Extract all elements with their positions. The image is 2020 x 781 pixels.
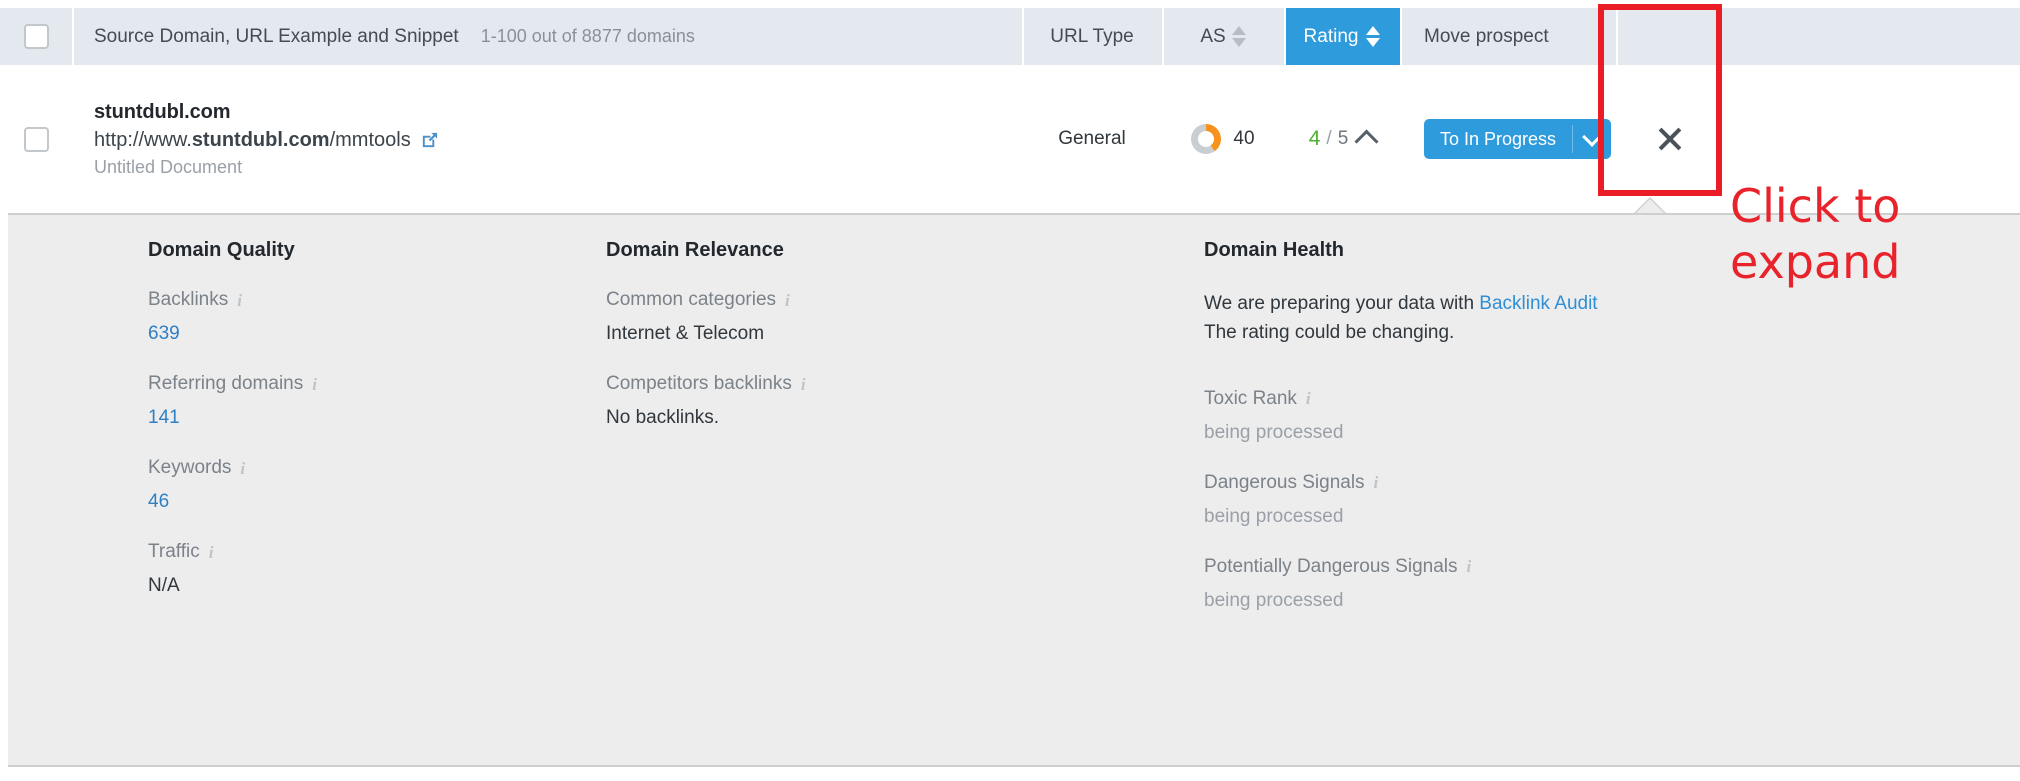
row-checkbox[interactable] [24, 127, 49, 152]
chevron-down-icon [1582, 127, 1602, 147]
rating-sort-descending-icon [1366, 38, 1380, 47]
metric-backlinks-value[interactable]: 639 [148, 323, 606, 345]
info-icon[interactable]: i [312, 376, 317, 393]
sort-arrows-icon[interactable] [1232, 26, 1246, 47]
header-url-type-cell[interactable]: URL Type [1022, 8, 1162, 65]
metric-keywords-label: Keywords [148, 457, 231, 479]
row-select-cell[interactable] [0, 65, 72, 213]
header-source-domain-cell[interactable]: Source Domain, URL Example and Snippet 1… [72, 8, 1022, 65]
metric-toxic-rank-value: being processed [1204, 422, 2004, 444]
to-in-progress-button[interactable]: To In Progress [1424, 119, 1572, 159]
header-domain-count: 1-100 out of 8877 domains [481, 26, 695, 47]
row-url-domain: stuntdubl.com [192, 129, 330, 151]
row-rating-max: 5 [1338, 128, 1349, 150]
row-url[interactable]: http://www.stuntdubl.com/mmtools [94, 129, 439, 152]
metric-backlinks: Backlinks i 639 [148, 289, 606, 345]
click-to-expand-annotation: Click to expand [1730, 178, 2010, 290]
to-in-progress-split-button[interactable]: To In Progress [1424, 119, 1611, 159]
annotation-line-2: expand [1730, 234, 2010, 290]
header-source-domain-label: Source Domain, URL Example and Snippet [94, 26, 459, 48]
row-as-score: 40 [1233, 128, 1254, 150]
metric-common-categories-label: Common categories [606, 289, 776, 311]
metric-potentially-dangerous-signals-label: Potentially Dangerous Signals [1204, 556, 1458, 578]
row-url-type-cell: General [1022, 65, 1162, 213]
row-domain: stuntdubl.com [94, 101, 439, 124]
metric-competitors-backlinks: Competitors backlinks i No backlinks. [606, 373, 1204, 429]
external-link-icon[interactable] [420, 131, 439, 150]
row-as-cell: 40 [1162, 65, 1284, 213]
info-icon[interactable]: i [785, 292, 790, 309]
metric-potentially-dangerous-signals-value: being processed [1204, 590, 2004, 612]
info-icon[interactable]: i [801, 376, 806, 393]
domain-health-column: Domain Health We are preparing your data… [1204, 239, 2004, 640]
metric-backlinks-label: Backlinks [148, 289, 228, 311]
metric-potentially-dangerous-signals: Potentially Dangerous Signals i being pr… [1204, 556, 2004, 612]
header-as-cell[interactable]: AS [1162, 8, 1284, 65]
annotation-line-1: Click to [1730, 178, 2010, 234]
metric-dangerous-signals-label: Dangerous Signals [1204, 472, 1365, 494]
select-all-checkbox[interactable] [24, 24, 49, 49]
sort-ascending-icon [1232, 26, 1246, 35]
row-rating-value: 4 [1309, 127, 1321, 151]
header-move-prospect-label: Move prospect [1424, 26, 1549, 48]
metric-common-categories-value: Internet & Telecom [606, 323, 1204, 345]
metric-toxic-rank-label: Toxic Rank [1204, 388, 1297, 410]
row-url-prefix: http://www. [94, 129, 192, 151]
health-note-line1-prefix: We are preparing your data with [1204, 293, 1479, 314]
metric-dangerous-signals: Dangerous Signals i being processed [1204, 472, 2004, 528]
metric-toxic-rank: Toxic Rank i being processed [1204, 388, 2004, 444]
metric-referring-domains: Referring domains i 141 [148, 373, 606, 429]
header-rating-cell[interactable]: Rating [1284, 8, 1400, 65]
metric-keywords: Keywords i 46 [148, 457, 606, 513]
info-icon[interactable]: i [1467, 558, 1472, 575]
close-icon[interactable] [1656, 125, 1684, 153]
metric-traffic-label: Traffic [148, 541, 200, 563]
backlink-audit-link[interactable]: Backlink Audit [1479, 293, 1597, 314]
header-move-prospect-cell: Move prospect [1400, 8, 1616, 65]
table-row[interactable]: stuntdubl.com http://www.stuntdubl.com/m… [0, 65, 2020, 213]
table-header-row: Source Domain, URL Example and Snippet 1… [0, 8, 2020, 65]
metric-competitors-backlinks-value: No backlinks. [606, 407, 1204, 429]
rating-sort-ascending-icon [1366, 26, 1380, 35]
to-in-progress-dropdown-button[interactable] [1573, 119, 1611, 159]
row-snippet: Untitled Document [94, 157, 439, 178]
metric-referring-domains-value[interactable]: 141 [148, 407, 606, 429]
expanded-detail-panel: Domain Quality Backlinks i 639 Referring… [8, 213, 2020, 767]
header-actions-cell [1616, 8, 2020, 65]
info-icon[interactable]: i [240, 460, 245, 477]
sort-descending-icon [1232, 38, 1246, 47]
domain-relevance-title: Domain Relevance [606, 239, 1204, 262]
metric-keywords-value[interactable]: 46 [148, 491, 606, 513]
domain-quality-title: Domain Quality [148, 239, 606, 262]
metric-traffic: Traffic i N/A [148, 541, 606, 597]
info-icon[interactable]: i [1306, 390, 1311, 407]
row-move-prospect-cell: To In Progress [1400, 65, 1616, 213]
authority-score-donut-icon [1191, 124, 1221, 154]
domain-health-note: We are preparing your data with Backlink… [1204, 289, 2004, 348]
row-url-path: /mmtools [330, 129, 411, 151]
metric-referring-domains-label: Referring domains [148, 373, 303, 395]
metric-competitors-backlinks-label: Competitors backlinks [606, 373, 792, 395]
info-icon[interactable]: i [237, 292, 242, 309]
header-as-label: AS [1200, 26, 1225, 48]
panel-pointer-icon [1636, 199, 1664, 213]
row-url-type: General [1058, 128, 1126, 150]
info-icon[interactable]: i [1374, 474, 1379, 491]
row-rating-separator: / [1326, 128, 1331, 150]
row-source-cell: stuntdubl.com http://www.stuntdubl.com/m… [72, 65, 1022, 213]
header-url-type-label: URL Type [1050, 26, 1133, 48]
rating-sort-arrows-icon[interactable] [1366, 26, 1380, 47]
row-rating-cell[interactable]: 4 / 5 [1284, 65, 1400, 213]
chevron-up-icon[interactable] [1355, 129, 1379, 153]
domain-relevance-column: Domain Relevance Common categories i Int… [606, 239, 1204, 640]
metric-traffic-value: N/A [148, 575, 606, 597]
prospecting-table-screen: Source Domain, URL Example and Snippet 1… [0, 0, 2020, 781]
metric-common-categories: Common categories i Internet & Telecom [606, 289, 1204, 345]
domain-quality-column: Domain Quality Backlinks i 639 Referring… [8, 239, 606, 640]
header-select-all-cell[interactable] [0, 8, 72, 65]
header-rating-label: Rating [1304, 26, 1359, 48]
health-note-line2: The rating could be changing. [1204, 322, 1454, 343]
info-icon[interactable]: i [209, 544, 214, 561]
metric-dangerous-signals-value: being processed [1204, 506, 2004, 528]
